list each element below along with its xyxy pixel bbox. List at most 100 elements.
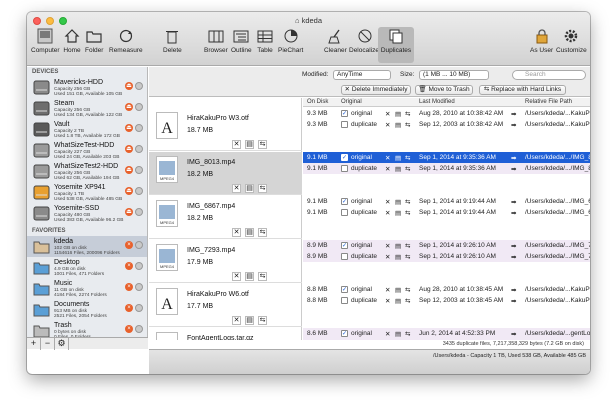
delete-icon[interactable]: ✕ xyxy=(385,110,390,118)
trash-icon[interactable]: ▤ xyxy=(395,110,401,118)
trash-icon[interactable]: ▤ xyxy=(395,154,401,162)
delete-icon[interactable]: ✕ xyxy=(385,253,390,261)
device-item[interactable]: Vault Capacity 2 TB Used 1.8 TB, Available… xyxy=(27,119,147,140)
remove-button[interactable]: − xyxy=(41,338,55,350)
trash-icon[interactable]: ▤ xyxy=(395,286,401,294)
device-item[interactable]: Mavericks-HDD Capacity 256 GB Used 151 GB,… xyxy=(27,77,147,98)
info-icon[interactable] xyxy=(135,103,143,111)
trash-icon[interactable]: ▤ xyxy=(245,184,254,193)
delete-immediately-button[interactable]: ✕ Delete Immediately xyxy=(341,85,411,95)
trash-icon[interactable]: ▤ xyxy=(395,242,401,250)
eject-icon[interactable]: ⏏ xyxy=(125,166,133,174)
table-row[interactable]: 8.6 MB ✓ original ✕ ▤ ⇆ Jun 2, 2014 at 4:52:33… xyxy=(303,328,590,339)
delete-icon[interactable]: ✕ xyxy=(385,209,390,217)
delete-icon[interactable]: ✕ xyxy=(385,242,390,250)
trash-icon[interactable]: ▤ xyxy=(395,209,401,217)
group-item[interactable]: AFontAgentLogs.tar.gz17.3 MB✕▤⇆ xyxy=(149,328,302,340)
toolbar-folder[interactable]: Folder xyxy=(85,27,103,63)
remove-icon[interactable]: × xyxy=(125,283,133,291)
info-icon[interactable] xyxy=(135,262,143,270)
original-checkbox[interactable] xyxy=(341,253,348,260)
device-item[interactable]: WhatSizeTest-HDD Capacity 227 GB Used 24 G… xyxy=(27,140,147,161)
arrow-icon[interactable]: ➡ xyxy=(511,253,516,261)
remove-icon[interactable]: × xyxy=(125,304,133,312)
delete-icon[interactable]: ✕ xyxy=(385,330,390,338)
table-row[interactable]: 9.1 MB ✓ original ✕ ▤ ⇆ Sep 1, 2014 at 9:19:44… xyxy=(303,196,590,207)
table-row[interactable]: 9.1 MB duplicate ✕ ▤ ⇆ Sep 1, 2014 at 9:35:36… xyxy=(303,163,590,174)
info-icon[interactable] xyxy=(135,124,143,132)
original-checkbox[interactable]: ✓ xyxy=(341,330,348,337)
size-select[interactable]: (1 MB ... 10 MB) xyxy=(419,70,489,80)
toolbar-browser[interactable]: Browser xyxy=(204,27,228,63)
delete-icon[interactable]: ✕ xyxy=(232,228,241,237)
original-checkbox[interactable] xyxy=(341,209,348,216)
info-icon[interactable] xyxy=(135,82,143,90)
info-icon[interactable] xyxy=(135,166,143,174)
info-icon[interactable] xyxy=(135,304,143,312)
group-item[interactable]: A HiraKakuPro W3.otf 18.7 MB ✕ ▤ ⇆ xyxy=(149,108,302,151)
link-icon[interactable]: ⇆ xyxy=(258,184,267,193)
table-row[interactable]: 9.1 MB ✓ original ✕ ▤ ⇆ Sep 1, 2014 at 9:35:36… xyxy=(303,152,590,163)
toolbar-customize[interactable]: Customize xyxy=(556,27,587,63)
col-relative-path[interactable]: Relative File Path xyxy=(525,99,572,105)
trash-icon[interactable]: ▤ xyxy=(245,140,254,149)
link-icon[interactable]: ⇆ xyxy=(405,242,410,250)
link-icon[interactable]: ⇆ xyxy=(405,253,410,261)
add-button[interactable]: + xyxy=(27,338,41,350)
link-icon[interactable]: ⇆ xyxy=(258,272,267,281)
original-checkbox[interactable] xyxy=(341,165,348,172)
info-icon[interactable] xyxy=(135,283,143,291)
original-checkbox[interactable] xyxy=(341,121,348,128)
col-on-disk[interactable]: On Disk xyxy=(307,99,328,105)
link-icon[interactable]: ⇆ xyxy=(405,330,410,338)
delete-icon[interactable]: ✕ xyxy=(385,165,390,173)
group-item[interactable]: MPEG4 IMG_8013.mp4 18.2 MB ✕ ▤ ⇆ xyxy=(149,152,302,195)
replace-hard-links-button[interactable]: ⇆ Replace with Hard Links xyxy=(479,85,566,95)
trash-icon[interactable]: ▤ xyxy=(395,330,401,338)
trash-icon[interactable]: ▤ xyxy=(245,228,254,237)
table-row[interactable]: 8.8 MB ✓ original ✕ ▤ ⇆ Aug 28, 2010 at 10:38:… xyxy=(303,284,590,295)
link-icon[interactable]: ⇆ xyxy=(405,198,410,206)
arrow-icon[interactable]: ➡ xyxy=(511,110,516,118)
info-icon[interactable] xyxy=(135,241,143,249)
delete-icon[interactable]: ✕ xyxy=(232,272,241,281)
toolbar-remeasure[interactable]: Remeasure xyxy=(109,27,143,63)
original-checkbox[interactable]: ✓ xyxy=(341,198,348,205)
link-icon[interactable]: ⇆ xyxy=(258,228,267,237)
arrow-icon[interactable]: ➡ xyxy=(511,209,516,217)
original-checkbox[interactable]: ✓ xyxy=(341,242,348,249)
eject-icon[interactable]: ⏏ xyxy=(125,187,133,195)
table-row[interactable]: 9.3 MB ✓ original ✕ ▤ ⇆ Aug 28, 2010 at 10:38:… xyxy=(303,108,590,119)
original-checkbox[interactable]: ✓ xyxy=(341,110,348,117)
arrow-icon[interactable]: ➡ xyxy=(511,286,516,294)
delete-icon[interactable]: ✕ xyxy=(232,140,241,149)
original-checkbox[interactable]: ✓ xyxy=(341,154,348,161)
device-item[interactable]: Yosemite XP941 Capacity 1 TB Used 538 GB, … xyxy=(27,182,147,203)
eject-icon[interactable]: ⏏ xyxy=(125,124,133,132)
delete-icon[interactable]: ✕ xyxy=(385,121,390,129)
delete-icon[interactable]: ✕ xyxy=(385,198,390,206)
table-row[interactable]: 9.3 MB duplicate ✕ ▤ ⇆ Sep 12, 2003 at 10:38:… xyxy=(303,119,590,130)
arrow-icon[interactable]: ➡ xyxy=(511,121,516,129)
sidebar-gear-button[interactable]: ⚙ xyxy=(55,338,69,350)
table-row[interactable]: 8.8 MB duplicate ✕ ▤ ⇆ Sep 12, 2003 at 10:38:… xyxy=(303,295,590,306)
device-item[interactable]: Steam Capacity 256 GB Used 134 GB, Availab… xyxy=(27,98,147,119)
delete-icon[interactable]: ✕ xyxy=(385,297,390,305)
info-icon[interactable] xyxy=(135,208,143,216)
trash-icon[interactable]: ▤ xyxy=(395,121,401,129)
link-icon[interactable]: ⇆ xyxy=(405,286,410,294)
toolbar-duplicates[interactable]: Duplicates xyxy=(378,27,414,63)
toolbar-delocalizer[interactable]: Delocalizer xyxy=(349,27,381,63)
remove-icon[interactable]: × xyxy=(125,241,133,249)
favorite-item[interactable]: kdeda 102 GB on disk 1154616 Files, 200096… xyxy=(27,236,147,257)
link-icon[interactable]: ⇆ xyxy=(258,140,267,149)
remove-icon[interactable]: × xyxy=(125,262,133,270)
link-icon[interactable]: ⇆ xyxy=(405,110,410,118)
device-item[interactable]: WhatSizeTest2-HDD Capacity 256 GB Used 62 … xyxy=(27,161,147,182)
table-row[interactable]: 9.1 MB duplicate ✕ ▤ ⇆ Sep 1, 2014 at 9:19:44… xyxy=(303,207,590,218)
delete-icon[interactable]: ✕ xyxy=(232,316,241,325)
toolbar-computer[interactable]: Computer xyxy=(31,27,60,63)
link-icon[interactable]: ⇆ xyxy=(405,209,410,217)
move-to-trash-button[interactable]: 🗑 Move to Trash xyxy=(415,85,473,95)
col-last-modified[interactable]: Last Modified xyxy=(419,99,455,105)
